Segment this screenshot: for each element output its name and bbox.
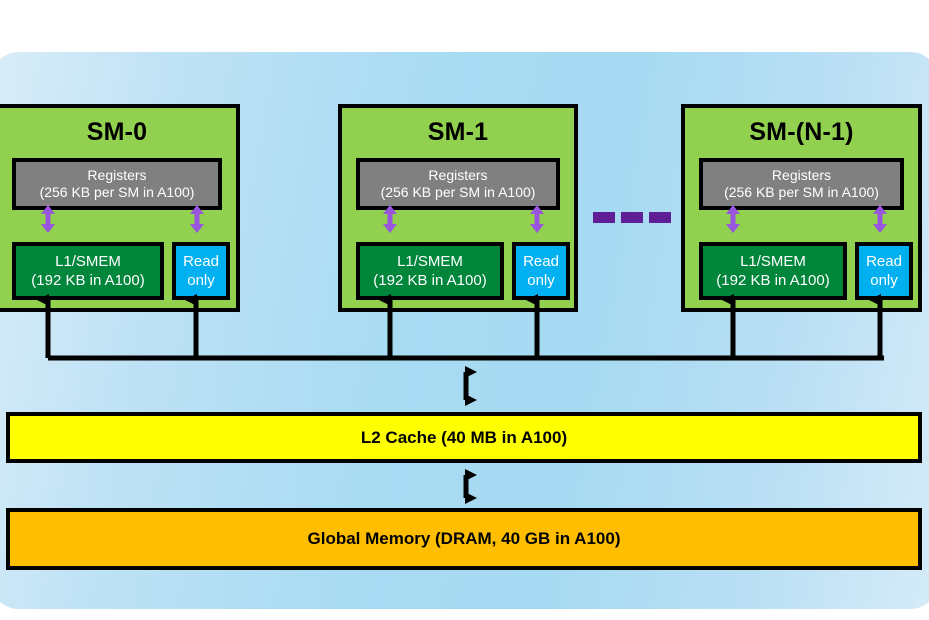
gpu-memory-hierarchy-diagram: SM-0 Registers (256 KB per SM in A100) L… <box>0 0 929 620</box>
sm-title-n-1: SM-(N-1) <box>749 118 854 146</box>
registers-label-line2: (256 KB per SM in A100) <box>380 184 536 200</box>
registers-box-n-1: Registers (256 KB per SM in A100) <box>699 158 904 210</box>
read-only-label-line1: Read <box>866 253 902 270</box>
l2-cache-bar: L2 Cache (40 MB in A100) <box>6 412 922 463</box>
registers-label-line2: (256 KB per SM in A100) <box>724 184 879 200</box>
read-only-label-line2: only <box>870 272 898 289</box>
l1-smem-label-line2: (192 KB in A100) <box>373 272 487 289</box>
l1-smem-label-line2: (192 KB in A100) <box>31 272 145 289</box>
sm-title-0: SM-0 <box>86 118 148 146</box>
l1-smem-label-line1: L1/SMEM <box>55 253 121 270</box>
l1-smem-label-line1: L1/SMEM <box>397 253 463 270</box>
register-readonly-arrow-n-1 <box>872 205 888 233</box>
l1-smem-box-1: L1/SMEM (192 KB in A100) <box>356 242 504 300</box>
read-only-box-1: Read only <box>512 242 570 300</box>
registers-label-line1: Registers <box>87 167 147 183</box>
l1-smem-label-line2: (192 KB in A100) <box>716 272 830 289</box>
ellipsis-dash-2 <box>621 212 643 223</box>
l1-smem-box-0: L1/SMEM (192 KB in A100) <box>12 242 164 300</box>
global-memory-label: Global Memory (DRAM, 40 GB in A100) <box>307 529 621 548</box>
register-l1-arrow-0 <box>40 205 56 233</box>
read-only-label-line2: only <box>187 272 215 289</box>
read-only-box-0: Read only <box>172 242 230 300</box>
register-l1-arrow-1 <box>382 205 398 233</box>
registers-label-line1: Registers <box>428 167 488 183</box>
registers-label-line1: Registers <box>771 167 832 183</box>
l1-smem-box-n-1: L1/SMEM (192 KB in A100) <box>699 242 847 300</box>
registers-label-line2: (256 KB per SM in A100) <box>39 184 195 200</box>
read-only-box-n-1: Read only <box>855 242 913 300</box>
l1-smem-label-line1: L1/SMEM <box>740 253 806 270</box>
ellipsis-dash-3 <box>649 212 671 223</box>
registers-box-1: Registers (256 KB per SM in A100) <box>356 158 560 210</box>
l2-cache-label: L2 Cache (40 MB in A100) <box>360 427 568 447</box>
register-readonly-arrow-1 <box>529 205 545 233</box>
register-readonly-arrow-0 <box>189 205 205 233</box>
sm-title-1: SM-1 <box>427 118 489 146</box>
ellipsis-dash-1 <box>593 212 615 223</box>
register-l1-arrow-n-1 <box>725 205 741 233</box>
registers-box-0: Registers (256 KB per SM in A100) <box>12 158 222 210</box>
global-memory-bar: Global Memory (DRAM, 40 GB in A100) <box>6 508 922 570</box>
read-only-label-line2: only <box>527 272 555 289</box>
read-only-label-line1: Read <box>523 253 559 270</box>
sm-ellipsis <box>593 212 671 223</box>
read-only-label-line1: Read <box>183 253 219 270</box>
